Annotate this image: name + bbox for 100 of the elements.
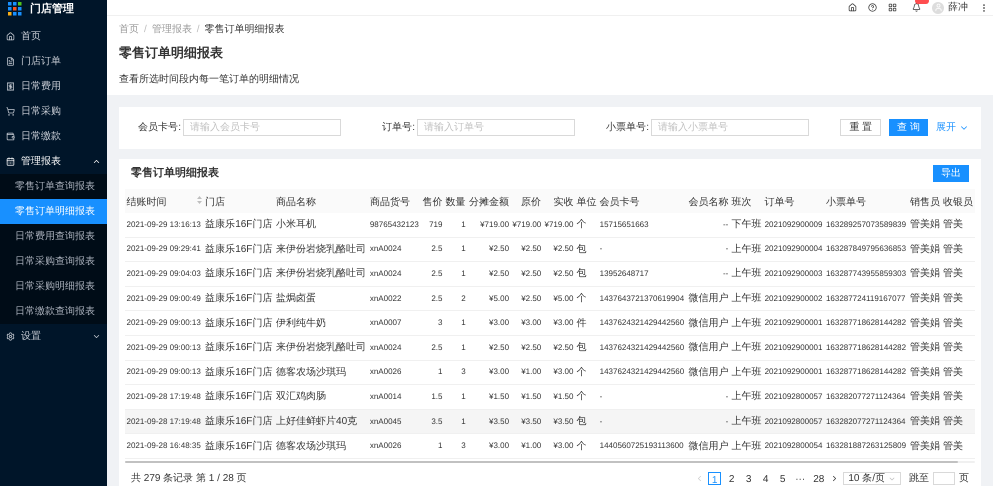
sidebar-submenu-item[interactable]: 日常采购查询报表 [0, 249, 107, 274]
sidebar-submenu-item[interactable]: 零售订单查询报表 [0, 174, 107, 199]
table-cell: ¥2.50 [510, 335, 543, 360]
cart-icon [6, 107, 15, 116]
table-cell: 益康乐16F门店 [204, 434, 275, 458]
page-button[interactable]: 2 [725, 472, 738, 485]
user-name[interactable]: 薛冲 [948, 0, 968, 15]
sidebar-menu-item[interactable]: 日常采购 [0, 99, 107, 124]
table-cell: ¥719.00 [510, 212, 543, 238]
table-cell: 个 [574, 384, 598, 410]
calendar-icon [6, 157, 15, 166]
table-cell: 微信用户 [686, 335, 730, 360]
table-row[interactable]: 2021-09-29 09:04:03 益康乐16F门店 来伊份岩烧乳酪吐司 xnA0024 2.5 1 ¥2.50 ¥2.50 ¥2.50 包 13952648717 -- 上午班 2021092900003 163287743955859303 管美娟 管美 [125, 262, 975, 286]
table-cell: 2.5 [420, 262, 444, 286]
table-cell: 微信用户 [686, 360, 730, 385]
table-cell: 163289257073589839 [824, 212, 908, 238]
sidebar-submenu-item[interactable]: 日常缴款查询报表 [0, 299, 107, 324]
filter-input-field[interactable]: 请输入订单号 [417, 119, 575, 136]
table-cell: - [598, 237, 686, 262]
sidebar-submenu-item[interactable]: 日常费用查询报表 [0, 224, 107, 249]
table-row[interactable]: 2021-09-29 09:00:13 益康乐16F门店 来伊份岩烧乳酪吐司 xnA0024 2.5 1 ¥2.50 ¥2.50 ¥2.50 包 1437624321429442560 微信用户 上午班 2021092900001 163287718628144282 管美娟 管美 [125, 335, 975, 360]
table-cell: 163287849795636853 [824, 237, 908, 262]
receipt-icon [6, 82, 15, 91]
table-cell: xnA0024 [368, 237, 421, 262]
filter-input-field[interactable]: 请输入会员卡号 [183, 119, 341, 136]
table-cell: 个 [574, 212, 598, 238]
table-cell: xnA0026 [368, 434, 421, 458]
column-header[interactable]: 结账时间 [126, 196, 166, 208]
table-cell: 1437624321429442560 [598, 360, 686, 385]
table-cell: ¥2.50 [467, 262, 511, 286]
table-row[interactable]: 2021-09-28 17:19:48 益康乐16F门店 上好佳鲜虾片40克 xnA0045 3.5 1 ¥3.50 ¥3.50 ¥3.50 包 - - 上午班 2021092800057 163282077271124364 管美娟 管美 [125, 409, 975, 434]
filter-label: 订单号: [381, 120, 415, 135]
sidebar-menu-item[interactable]: 首页 [0, 24, 107, 49]
page-button[interactable]: 4 [759, 472, 772, 485]
filter-input-field[interactable]: 请输入小票单号 [651, 119, 809, 136]
table-cell: 上午班 [730, 286, 764, 311]
table-row[interactable]: 2021-09-29 09:00:49 益康乐16F门店 盐焗卤蛋 xnA0022 2.5 2 ¥5.00 ¥2.50 ¥5.00 个 1437643721370619904 微信用户 上午班 2021092900002 163287724119167077 管美娟 管美 [125, 286, 975, 311]
table-cell: 上午班 [730, 310, 764, 336]
table-cell: xnA0014 [368, 384, 421, 410]
table-row[interactable]: 2021-09-28 17:19:48 益康乐16F门店 双汇鸡肉肠 xnA0014 1.5 1 ¥1.50 ¥1.50 ¥1.50 个 - - 上午班 2021092800057 163282077271124364 管美娟 管美 [125, 384, 975, 410]
sidebar-submenu-item[interactable]: 日常采购明细报表 [0, 274, 107, 299]
table-row[interactable]: 2021-09-29 09:00:13 益康乐16F门店 伊利纯牛奶 xnA0007 3 1 ¥3.00 ¥3.00 ¥3.00 件 1437624321429442560 微信用户 上午班 2021092900001 163287718628144282 管美娟 管美 [125, 310, 975, 336]
wallet-icon [6, 132, 15, 141]
page-button[interactable]: 3 [742, 472, 756, 485]
table-cell: 3 [444, 434, 468, 458]
table-cell: 益康乐16F门店 [204, 335, 275, 360]
table-row[interactable]: 2021-09-28 16:48:35 益康乐16F门店 德客农场沙琪玛 xnA0026 1 3 ¥3.00 ¥1.00 ¥3.00 个 1440560725193113600 微信用户 上午班 2021092800054 163281887263125809 管美娟 管美 [125, 434, 975, 458]
column-header: 销售员 [910, 196, 940, 208]
breadcrumb-item: 零售订单明细报表 [204, 22, 285, 37]
sidebar-menu-item[interactable]: 日常费用 [0, 74, 107, 99]
table-cell: ¥5.00 [542, 286, 575, 311]
table-cell: 2021-09-28 17:19:48 [125, 409, 204, 434]
page-jump-input-field[interactable] [933, 472, 955, 485]
table-cell: xnA0022 [368, 286, 421, 311]
table-cell: 2021092900001 [763, 335, 824, 360]
page-size-select[interactable]: 10 条/页 [843, 472, 901, 485]
apps-grid-icon[interactable] [888, 3, 897, 12]
horizontal-scrollbar[interactable] [125, 460, 975, 463]
table-cell: 2 [444, 286, 468, 311]
table-cell: 管美娟 [908, 286, 942, 311]
table-cell: 个 [574, 434, 598, 458]
filter-label: 小票单号: [605, 120, 649, 135]
table-row[interactable]: 2021-09-29 09:00:13 益康乐16F门店 德客农场沙琪玛 xnA0026 1 3 ¥3.00 ¥1.00 ¥3.00 个 1437624321429442560 微信用户 上午班 2021092900001 163287718628144282 管美娟 管美 [125, 360, 975, 385]
app-title: 门店管理 [30, 2, 74, 17]
page-button[interactable]: 28 [811, 472, 826, 485]
table-row[interactable]: 2021-09-29 09:29:41 益康乐16F门店 来伊份岩烧乳酪吐司 xnA0024 2.5 1 ¥2.50 ¥2.50 ¥2.50 包 - - 上午班 2021092900004 163287849795636853 管美娟 管美 [125, 237, 975, 262]
page-title: 零售订单明细报表 [119, 44, 224, 62]
table-cell: 163287718628144282 [824, 310, 908, 336]
help-icon[interactable] [868, 3, 877, 12]
page-description: 查看所选时间段内每一笔订单的明细情况 [119, 72, 300, 86]
home-icon[interactable] [848, 3, 857, 12]
table-cell: 163287718628144282 [824, 360, 908, 385]
table-cell: 2021-09-29 09:00:13 [125, 310, 204, 336]
table-cell: xnA0024 [368, 335, 421, 360]
table-cell: 2021-09-28 16:48:35 [125, 434, 204, 458]
table-cell: 德客农场沙琪玛 [274, 360, 368, 385]
table-cell: 管美娟 [908, 262, 942, 286]
table-cell: 1 [420, 360, 444, 385]
table-cell: ¥1.50 [510, 384, 543, 410]
notification-bell-icon[interactable] [912, 3, 921, 12]
home-icon [6, 32, 15, 41]
table-cell: 管美娟 [908, 335, 942, 360]
page-button[interactable]: 5 [776, 472, 790, 485]
table-cell: 来伊份岩烧乳酪吐司 [274, 262, 368, 286]
table-row[interactable]: 2021-09-29 13:16:13 益康乐16F门店 小米耳机 98765432123 719 1 ¥719.00 ¥719.00 ¥719.00 个 15715651663 -- 下午班 2021092900009 163289257073589839 管美娟 管美 [125, 212, 975, 238]
sidebar-menu-item[interactable]: 管理报表 [0, 149, 107, 174]
table-cell: 1437624321429442560 [598, 310, 686, 336]
table-cell: 2021-09-29 09:00:13 [125, 360, 204, 385]
sidebar-menu-item[interactable]: 门店订单 [0, 49, 107, 74]
reset-button[interactable]: 重 置 [840, 119, 882, 136]
column-header: 原价 [521, 196, 542, 208]
sidebar-menu-item[interactable]: 设置 [0, 324, 107, 349]
table-cell: 2021092900009 [763, 212, 824, 238]
table-cell: 1 [444, 409, 468, 434]
table-cell: 管美娟 [908, 384, 942, 410]
sidebar-menu-item[interactable]: 日常缴款 [0, 124, 107, 149]
table-cell: 来伊份岩烧乳酪吐司 [274, 335, 368, 360]
table-cell: 个 [574, 286, 598, 311]
table-cell: ¥1.00 [510, 360, 543, 385]
page-button[interactable]: ··· [793, 472, 808, 485]
